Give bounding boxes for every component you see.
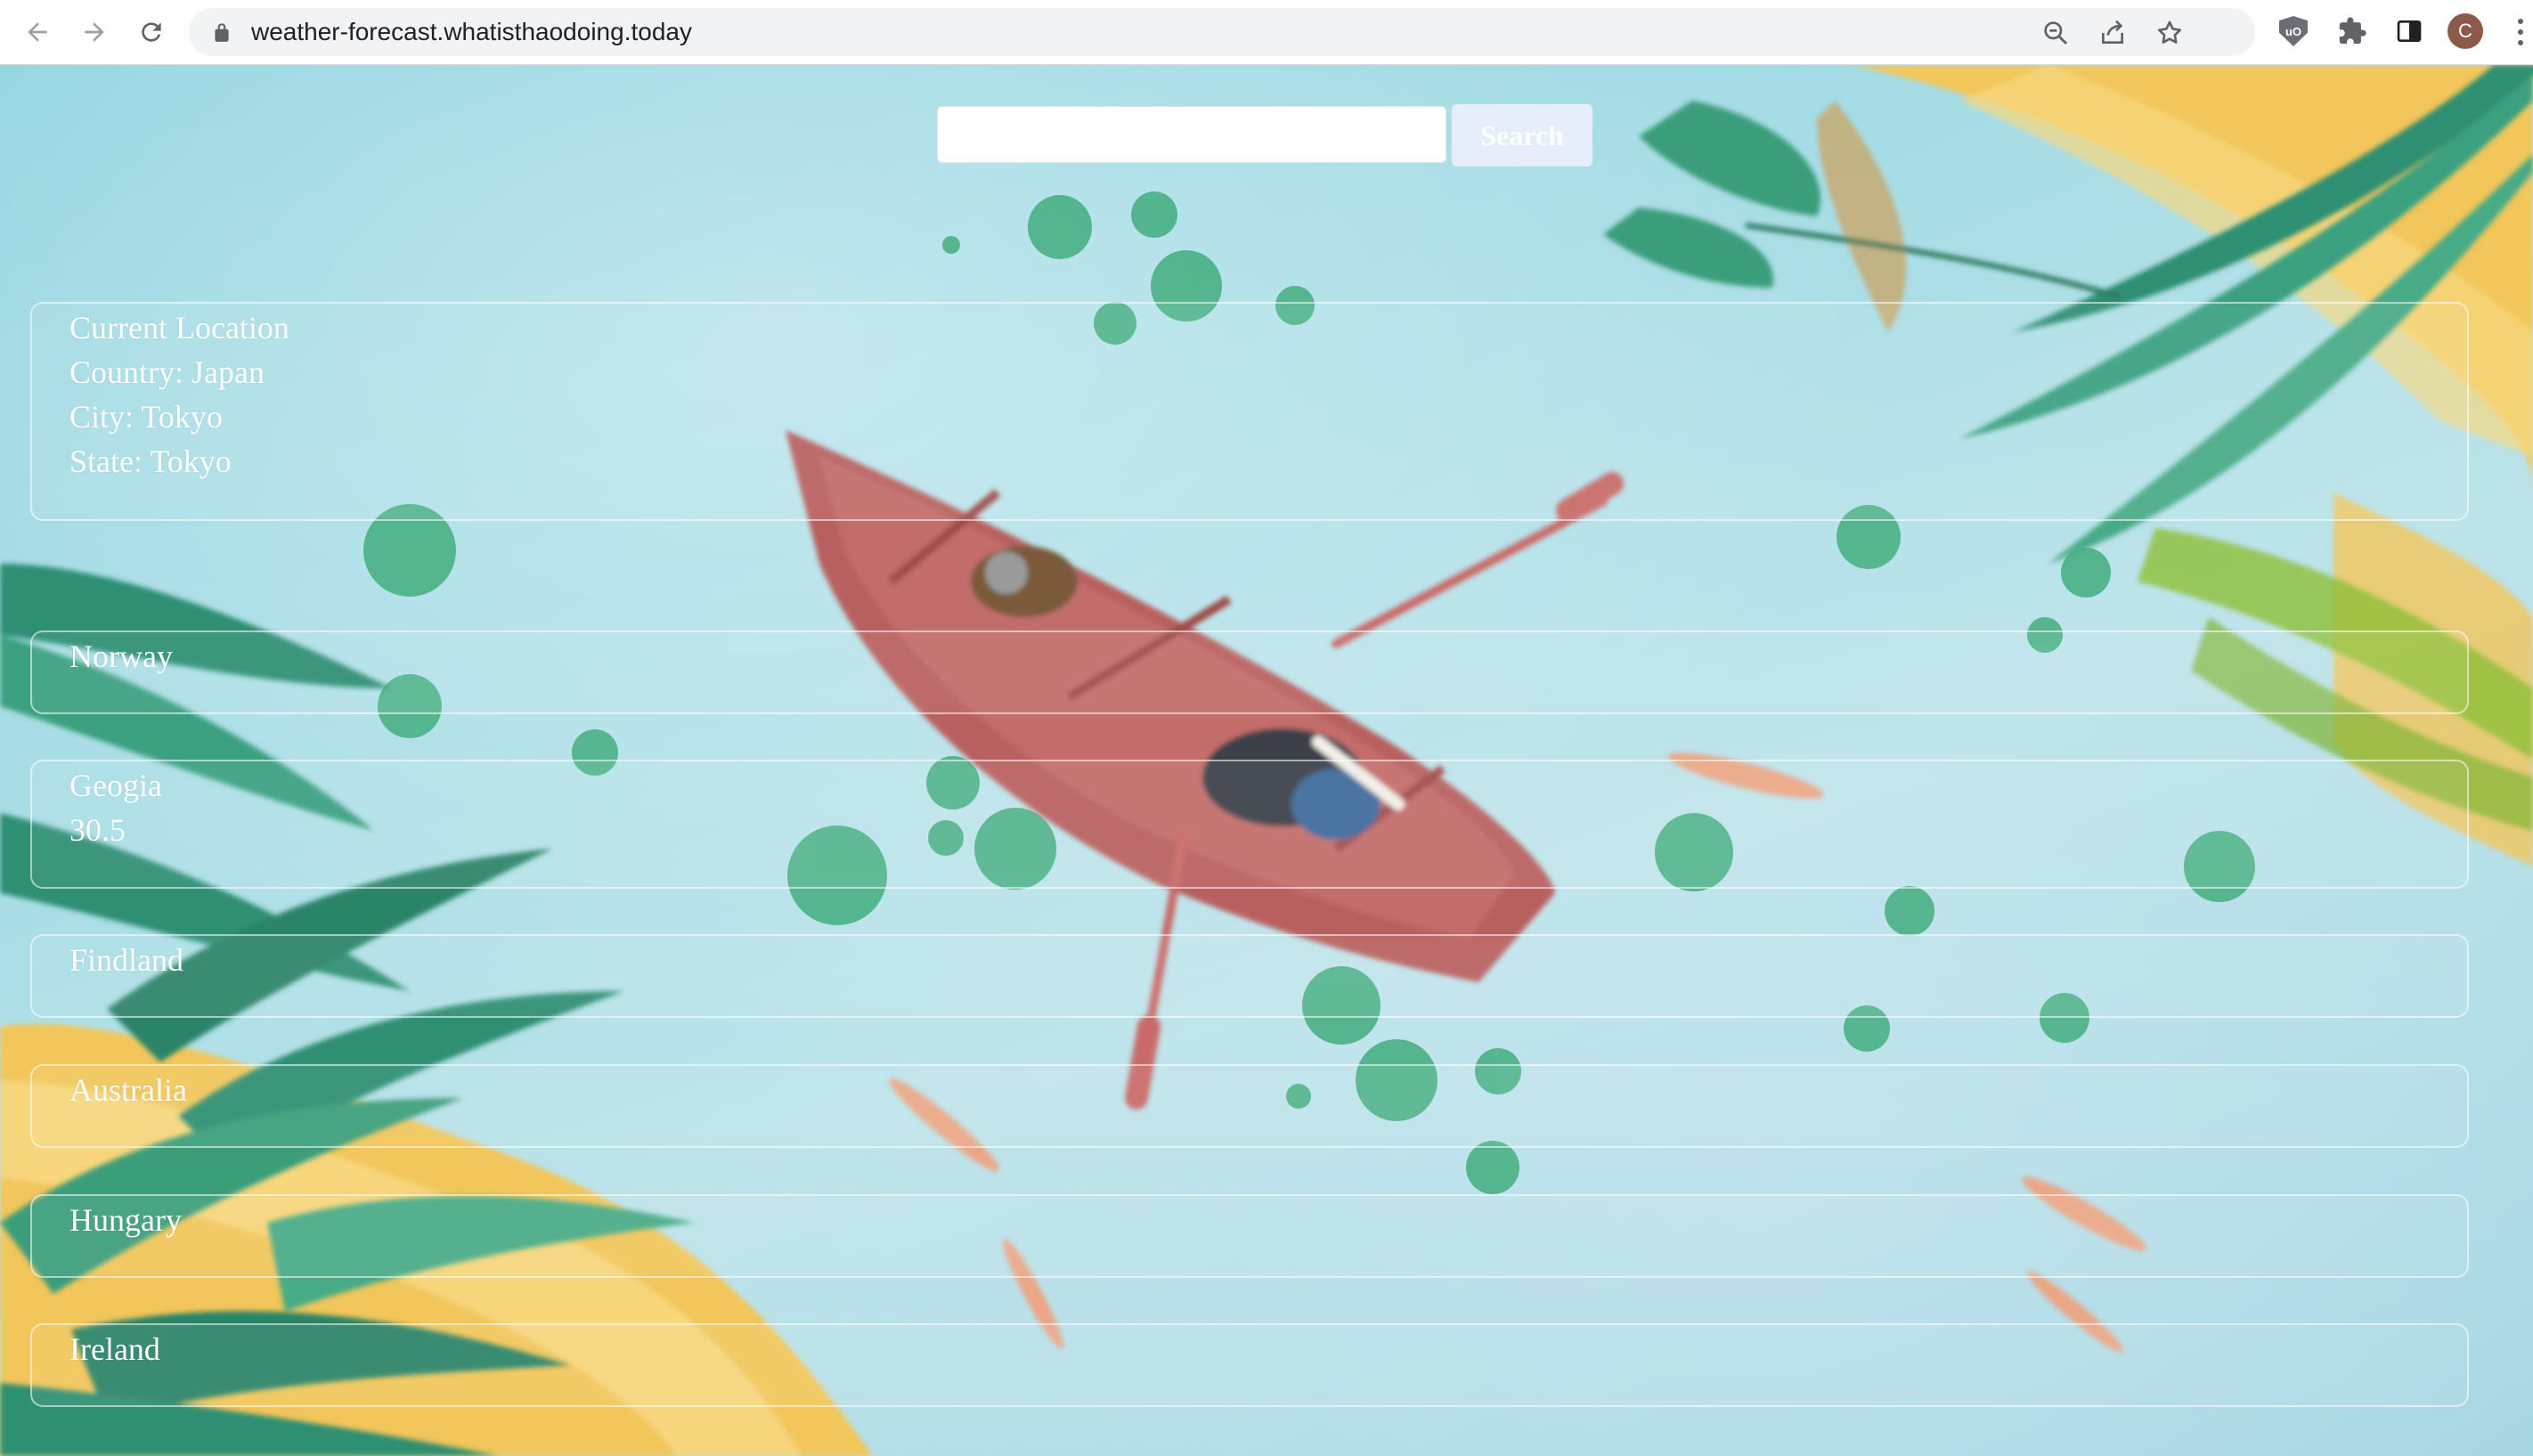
country-card-geogia[interactable]: Geogia 30.5	[30, 760, 2469, 889]
current-location-card: Current Location Country: Japan City: To…	[30, 302, 2469, 521]
lock-icon[interactable]	[210, 20, 233, 44]
search-input[interactable]	[937, 106, 1446, 163]
country-name: Australia	[69, 1072, 187, 1108]
menu-icon[interactable]	[2512, 14, 2529, 50]
country-name: Geogia	[69, 768, 162, 803]
reload-icon[interactable]	[132, 12, 171, 52]
forward-icon[interactable]	[75, 12, 114, 52]
extensions-icon[interactable]	[2335, 14, 2369, 48]
country-name: Norway	[69, 639, 173, 674]
bookmark-star-icon[interactable]	[2155, 19, 2184, 47]
current-location-city: City: Tokyo	[69, 399, 223, 435]
side-panel-icon[interactable]	[2392, 14, 2426, 48]
current-location-country: Country: Japan	[69, 354, 265, 390]
back-icon[interactable]	[18, 12, 57, 52]
profile-avatar[interactable]: C	[2447, 13, 2483, 49]
search-button[interactable]: Search	[1452, 104, 1592, 167]
address-bar[interactable]: weather-forecast.whatisthaodoing.today	[189, 8, 2255, 56]
current-location-heading: Current Location	[69, 310, 289, 346]
url-text[interactable]: weather-forecast.whatisthaodoing.today	[251, 8, 692, 56]
weather-page: Search Current Location Country: Japan C…	[0, 65, 2533, 1456]
browser-toolbar: weather-forecast.whatisthaodoing.today u…	[0, 0, 2533, 65]
country-name: Hungary	[69, 1202, 182, 1238]
country-card-norway[interactable]: Norway	[30, 630, 2469, 714]
country-card-hungary[interactable]: Hungary	[30, 1194, 2469, 1278]
country-card-findland[interactable]: Findland	[30, 934, 2469, 1018]
country-card-ireland[interactable]: Ireland	[30, 1323, 2469, 1407]
country-name: Ireland	[69, 1331, 160, 1367]
country-name: Findland	[69, 942, 184, 978]
country-value: 30.5	[69, 812, 126, 848]
country-card-australia[interactable]: Australia	[30, 1064, 2469, 1148]
share-icon[interactable]	[2098, 19, 2127, 47]
ublock-icon[interactable]: uO	[2276, 14, 2310, 48]
current-location-state: State: Tokyo	[69, 443, 232, 479]
zoom-icon[interactable]	[2041, 19, 2070, 47]
